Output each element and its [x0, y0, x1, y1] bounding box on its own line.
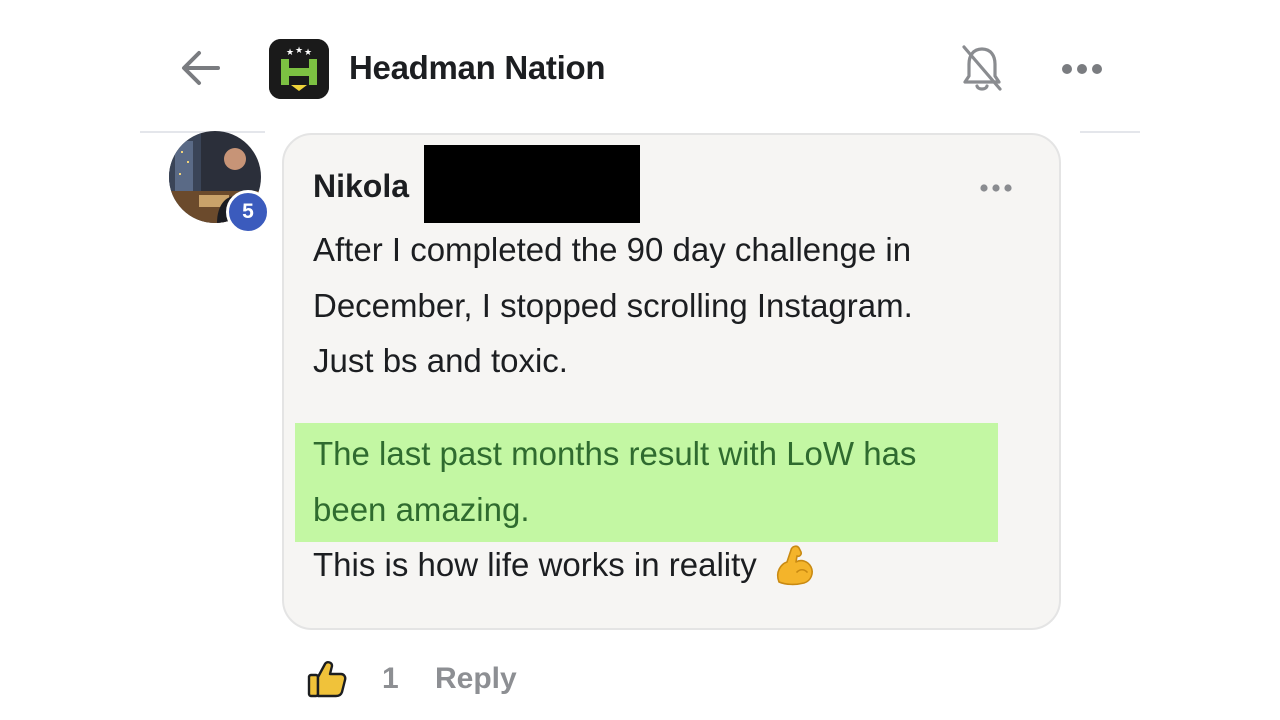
header-divider-right	[1080, 131, 1140, 133]
comment-paragraph-text: This is how life works in reality	[313, 546, 757, 583]
comment-author-name[interactable]: Nikola	[313, 166, 409, 206]
group-title[interactable]: Headman Nation	[349, 46, 605, 90]
comment-paragraph-highlighted: The last past months result with LoW has…	[313, 435, 917, 528]
more-horizontal-icon	[980, 184, 1012, 192]
comment-more-button[interactable]	[972, 174, 1020, 202]
bell-off-icon	[962, 45, 1002, 91]
author-rank-badge: 5	[226, 190, 270, 234]
comment-paragraph: After I completed the 90 day challenge i…	[313, 231, 913, 379]
notifications-toggle-button[interactable]	[956, 40, 1008, 98]
group-logo[interactable]: ★ ★ ★	[269, 39, 329, 99]
flexed-biceps-emoji	[776, 545, 813, 585]
more-horizontal-icon	[1062, 64, 1102, 74]
back-button[interactable]	[176, 44, 224, 92]
comment-view: ★ ★ ★ Headman Nation 5 Nikola After I co…	[0, 0, 1280, 720]
group-logo-icon: ★ ★ ★	[269, 39, 329, 99]
reply-button[interactable]: Reply	[435, 660, 517, 698]
redacted-surname	[424, 145, 640, 223]
svg-text:★: ★	[304, 48, 312, 58]
like-button[interactable]	[304, 656, 350, 702]
svg-text:★: ★	[295, 46, 303, 56]
thumbs-up-icon	[307, 661, 347, 698]
like-count: 1	[382, 662, 399, 695]
svg-text:★: ★	[286, 48, 294, 58]
arrow-left-icon	[182, 51, 220, 85]
comment-paragraph-last: This is how life works in reality	[313, 537, 1013, 593]
header-more-button[interactable]	[1056, 52, 1108, 86]
